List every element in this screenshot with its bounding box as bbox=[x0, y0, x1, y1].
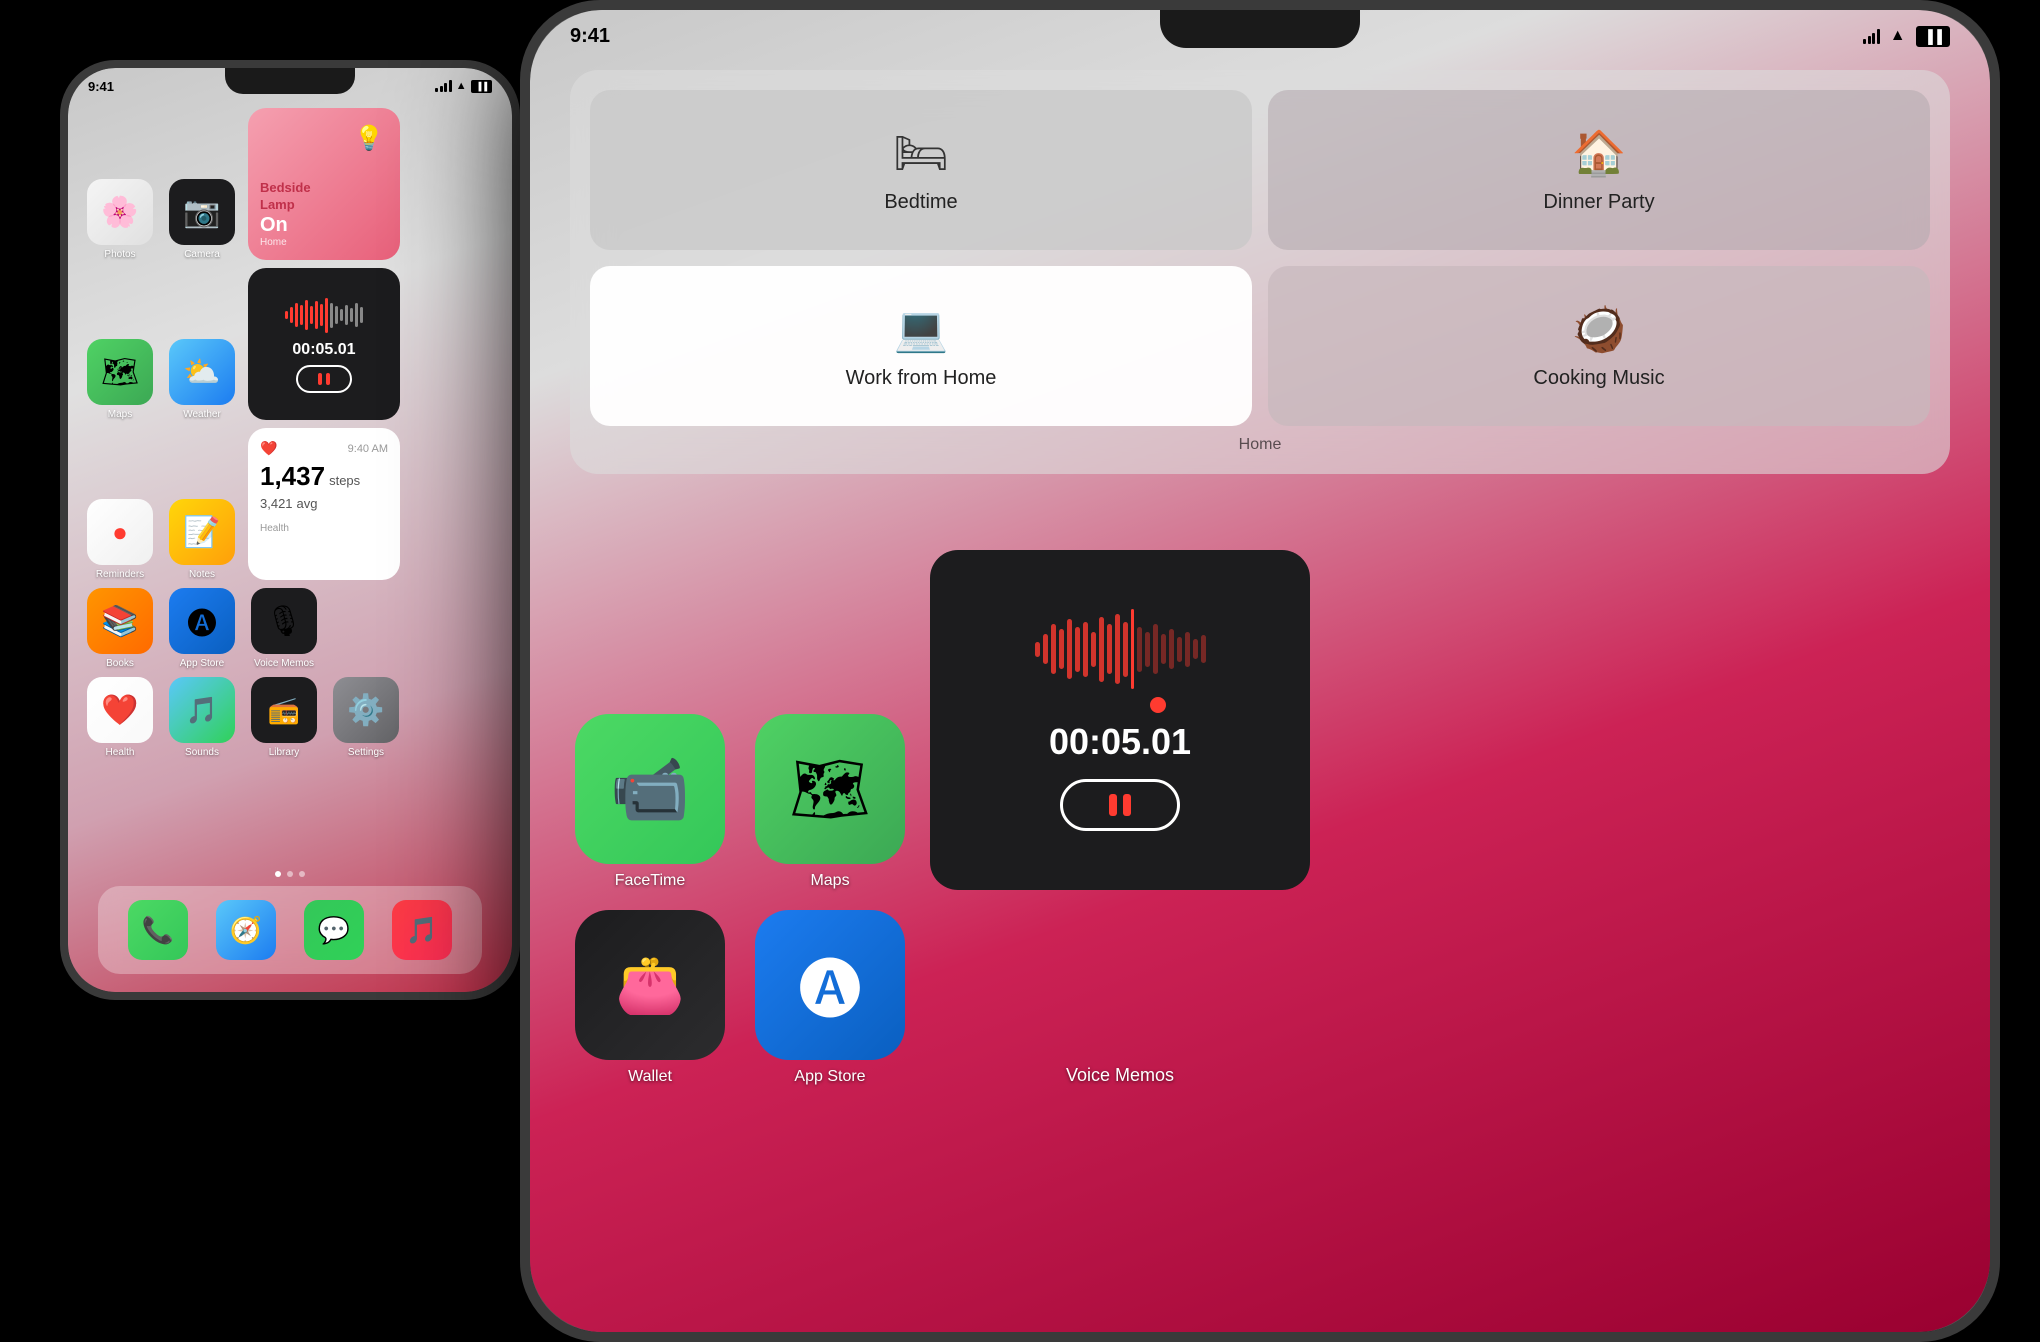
health-steps: 1,437 bbox=[260, 461, 325, 492]
home-widget-footer: Home bbox=[260, 237, 287, 248]
app-health[interactable]: ❤️ Health bbox=[84, 677, 156, 758]
app-maps[interactable]: 🗺 Maps bbox=[84, 339, 156, 420]
bulb-icon: 💡 bbox=[354, 124, 384, 153]
voice-pause-button-large[interactable] bbox=[1060, 779, 1180, 831]
home-shortcuts-grid: 🛏 Bedtime 🏠 Dinner Party 💻 Work from Hom… bbox=[590, 90, 1930, 426]
large-battery-icon: ▐▐ bbox=[1916, 26, 1950, 47]
app-row-2: 🗺 Maps ⛅ Weather bbox=[84, 268, 496, 420]
app-reminders[interactable]: ● Reminders bbox=[84, 499, 156, 580]
large-app-row-1: 📹 FaceTime 🗺 Maps bbox=[570, 550, 1950, 890]
shortcut-dinner-party[interactable]: 🏠 Dinner Party bbox=[1268, 90, 1930, 250]
app-camera[interactable]: 📷 Camera bbox=[166, 179, 238, 260]
large-app-row-2: 👛 Wallet 🅐 App Store Voice Memos bbox=[570, 910, 1950, 1086]
large-app-appstore[interactable]: 🅐 App Store bbox=[750, 910, 910, 1086]
health-avg-label: avg bbox=[297, 496, 318, 511]
dinner-label: Dinner Party bbox=[1543, 191, 1654, 214]
voice-time-large: 00:05.01 bbox=[1049, 721, 1191, 763]
waveform-needle-dot bbox=[1150, 697, 1166, 713]
home-widget-status: On bbox=[260, 214, 288, 237]
wifi-icon: ▲ bbox=[456, 80, 467, 92]
health-steps-label: steps bbox=[329, 473, 360, 488]
shortcut-bedtime[interactable]: 🛏 Bedtime bbox=[590, 90, 1252, 250]
large-signal-icon bbox=[1863, 29, 1880, 44]
widget-health-small[interactable]: ❤️ 9:40 AM 1,437 steps 3,421 avg Health bbox=[248, 428, 400, 580]
app-books[interactable]: 📚 Books bbox=[84, 588, 156, 669]
waveform-small bbox=[285, 295, 363, 335]
widget-voice-small[interactable]: 00:05.01 bbox=[248, 268, 400, 420]
home-widget-label: Home bbox=[590, 436, 1930, 454]
home-widget-title: BedsideLamp bbox=[260, 180, 311, 214]
dock-phone[interactable]: 📞 bbox=[128, 900, 188, 960]
app-voice-memos-small[interactable]: 🎙 Voice Memos bbox=[248, 588, 320, 669]
work-label: Work from Home bbox=[846, 367, 997, 390]
dock-small: 📞 🧭 💬 🎵 bbox=[98, 886, 482, 974]
large-voice-memos-label: Voice Memos bbox=[930, 1065, 1310, 1086]
dock-music[interactable]: 🎵 bbox=[392, 900, 452, 960]
app-row-5: ❤️ Health 🎵 Sounds 📻 Library bbox=[84, 677, 496, 758]
page-dots bbox=[275, 871, 305, 877]
signal-icon bbox=[435, 80, 452, 92]
app-settings[interactable]: ⚙️ Settings bbox=[330, 677, 402, 758]
work-icon: 💻 bbox=[894, 303, 949, 355]
widget-home-small[interactable]: 💡 BedsideLamp On Home bbox=[248, 108, 400, 260]
cooking-label: Cooking Music bbox=[1533, 367, 1664, 390]
voice-time-small: 00:05.01 bbox=[292, 341, 355, 359]
small-phone-screen: 9:41 ▲ ▐▐ 🌸 Photos bbox=[68, 68, 512, 992]
app-library[interactable]: 📻 Library bbox=[248, 677, 320, 758]
small-status-bar: 9:41 ▲ ▐▐ bbox=[88, 76, 492, 96]
dock-safari[interactable]: 🧭 bbox=[216, 900, 276, 960]
health-footer: Health bbox=[260, 523, 388, 534]
large-phone: 9:41 ▲ ▐▐ 🛏 Bedtime 🏠 bbox=[520, 0, 2000, 1342]
widget-voice-large[interactable]: 00:05.01 bbox=[930, 550, 1310, 890]
dock-messages[interactable]: 💬 bbox=[304, 900, 364, 960]
small-status-icons: ▲ ▐▐ bbox=[435, 80, 492, 93]
waveform-large bbox=[950, 609, 1290, 689]
cooking-icon: 🥥 bbox=[1572, 303, 1627, 355]
dinner-icon: 🏠 bbox=[1572, 127, 1627, 179]
shortcut-work-from-home[interactable]: 💻 Work from Home bbox=[590, 266, 1252, 426]
bedtime-icon: 🛏 bbox=[893, 127, 949, 179]
large-phone-screen: 9:41 ▲ ▐▐ 🛏 Bedtime 🏠 bbox=[530, 10, 1990, 1332]
app-notes[interactable]: 📝 Notes bbox=[166, 499, 238, 580]
small-app-grid: 🌸 Photos 📷 Camera 💡 BedsideLamp On Home bbox=[84, 108, 496, 892]
health-avg: 3,421 bbox=[260, 496, 293, 511]
app-appstore[interactable]: 🅐 App Store bbox=[166, 588, 238, 669]
large-app-section: 📹 FaceTime 🗺 Maps bbox=[570, 550, 1950, 1106]
large-app-wallet[interactable]: 👛 Wallet bbox=[570, 910, 730, 1086]
large-app-facetime[interactable]: 📹 FaceTime bbox=[570, 714, 730, 890]
app-weather[interactable]: ⛅ Weather bbox=[166, 339, 238, 420]
small-status-time: 9:41 bbox=[88, 79, 114, 94]
bedtime-label: Bedtime bbox=[884, 191, 957, 214]
shortcut-cooking-music[interactable]: 🥥 Cooking Music bbox=[1268, 266, 1930, 426]
health-heart-icon: ❤️ bbox=[260, 440, 277, 457]
large-app-maps[interactable]: 🗺 Maps bbox=[750, 714, 910, 890]
large-wifi-icon: ▲ bbox=[1890, 27, 1906, 45]
small-phone: 9:41 ▲ ▐▐ 🌸 Photos bbox=[60, 60, 520, 1000]
battery-icon: ▐▐ bbox=[471, 80, 492, 93]
voice-pause-button-small[interactable] bbox=[296, 365, 352, 393]
home-widget-area: 🛏 Bedtime 🏠 Dinner Party 💻 Work from Hom… bbox=[570, 70, 1950, 474]
app-row-3: ● Reminders 📝 Notes ❤️ 9:40 AM bbox=[84, 428, 496, 580]
app-row-1: 🌸 Photos 📷 Camera 💡 BedsideLamp On Home bbox=[84, 108, 496, 260]
app-sounds[interactable]: 🎵 Sounds bbox=[166, 677, 238, 758]
health-time: 9:40 AM bbox=[348, 443, 388, 455]
large-status-time: 9:41 bbox=[570, 25, 610, 48]
large-status-icons: ▲ ▐▐ bbox=[1863, 26, 1950, 47]
large-status-bar: 9:41 ▲ ▐▐ bbox=[570, 22, 1950, 50]
app-row-4: 📚 Books 🅐 App Store 🎙 Voice Memos bbox=[84, 588, 496, 669]
app-photos[interactable]: 🌸 Photos bbox=[84, 179, 156, 260]
